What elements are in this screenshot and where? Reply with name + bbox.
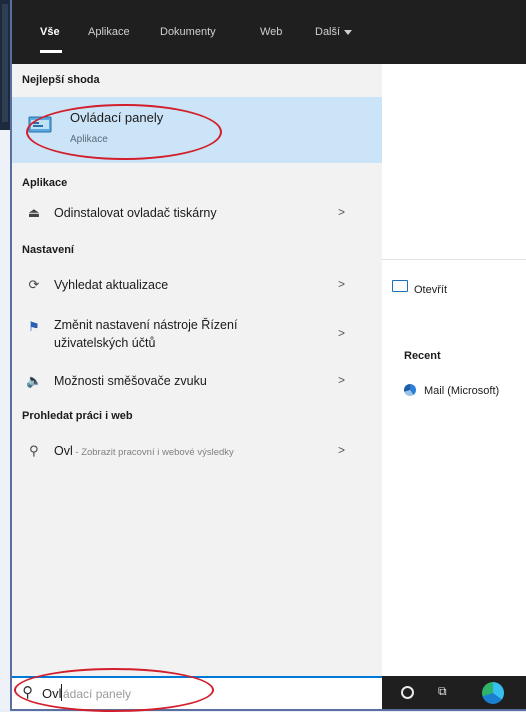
uninstall-icon: ⏏ [27, 205, 41, 220]
web-search-item[interactable]: ⚲ Ovl - Zobrazit pracovní i webové výsle… [12, 434, 382, 468]
open-action[interactable]: Otevřít [414, 284, 447, 296]
speaker-icon: 🔈 [26, 373, 43, 388]
flag-icon: ⚑ [28, 319, 40, 334]
web-search-label: Ovl - Zobrazit pracovní i webové výsledk… [54, 444, 234, 458]
chevron-right-icon: > [338, 443, 346, 457]
list-item-label: Možnosti směšovače zvuku [54, 374, 207, 388]
list-item-label-line1: Změnit nastavení nástroje Řízení [54, 318, 238, 332]
web-search-query: Ovl [54, 444, 73, 458]
cortana-icon[interactable] [401, 686, 414, 699]
web-search-heading: Prohledat práci i web [22, 410, 133, 422]
tab-more[interactable]: Další [315, 26, 353, 38]
annotation-ellipse [26, 104, 222, 160]
web-search-hint: - Zobrazit pracovní i webové výsledky [72, 447, 234, 458]
list-item[interactable]: 🔈 Možnosti směšovače zvuku > [12, 364, 382, 398]
chevron-right-icon: > [338, 277, 346, 291]
refresh-icon: ⟳ [28, 277, 40, 292]
list-item-label: Odinstalovat ovladač tiskárny [54, 206, 217, 220]
list-item[interactable]: ⏏ Odinstalovat ovladač tiskárny > [12, 196, 382, 230]
tab-web[interactable]: Web [260, 26, 282, 38]
preview-pane: Otevřít Recent Mail (Microsoft) [382, 64, 526, 676]
tab-documents[interactable]: Dokumenty [160, 26, 216, 38]
results-list: Nejlepší shoda Ovládací panely Aplikace … [12, 64, 382, 676]
recent-item[interactable]: Mail (Microsoft) [424, 385, 526, 397]
tab-all[interactable]: Vše [40, 26, 60, 38]
best-match-heading: Nejlepší shoda [22, 74, 100, 86]
search-icon: ⚲ [29, 443, 39, 458]
annotation-ellipse [14, 668, 214, 712]
list-item-label: Vyhledat aktualizace [54, 278, 169, 292]
active-tab-indicator [40, 50, 62, 53]
list-item[interactable]: ⟳ Vyhledat aktualizace > [12, 268, 382, 302]
chevron-right-icon: > [338, 326, 346, 340]
chevron-right-icon: > [338, 205, 346, 219]
tab-more-label: Další [315, 26, 341, 38]
tab-apps[interactable]: Aplikace [88, 26, 130, 38]
list-item[interactable]: ⚑ Změnit nastavení nástroje Řízení uživa… [12, 310, 382, 356]
chevron-down-icon [344, 29, 353, 35]
apps-heading: Aplikace [22, 177, 68, 189]
start-search-window: Vše Aplikace Dokumenty Web Další Nejlepš… [12, 0, 526, 712]
desktop-background [0, 0, 10, 709]
settings-heading: Nastavení [22, 244, 74, 256]
list-item-label-line2: uživatelských účtů [54, 336, 156, 350]
taskbar: ⧉ [382, 676, 526, 709]
mail-icon [404, 384, 416, 396]
recent-heading: Recent [404, 350, 441, 362]
edge-browser-icon[interactable] [482, 682, 504, 704]
chevron-right-icon: > [338, 373, 346, 387]
search-tab-bar: Vše Aplikace Dokumenty Web Další [12, 0, 526, 64]
open-icon [392, 280, 408, 292]
divider [382, 259, 526, 260]
task-view-icon[interactable]: ⧉ [438, 684, 452, 698]
